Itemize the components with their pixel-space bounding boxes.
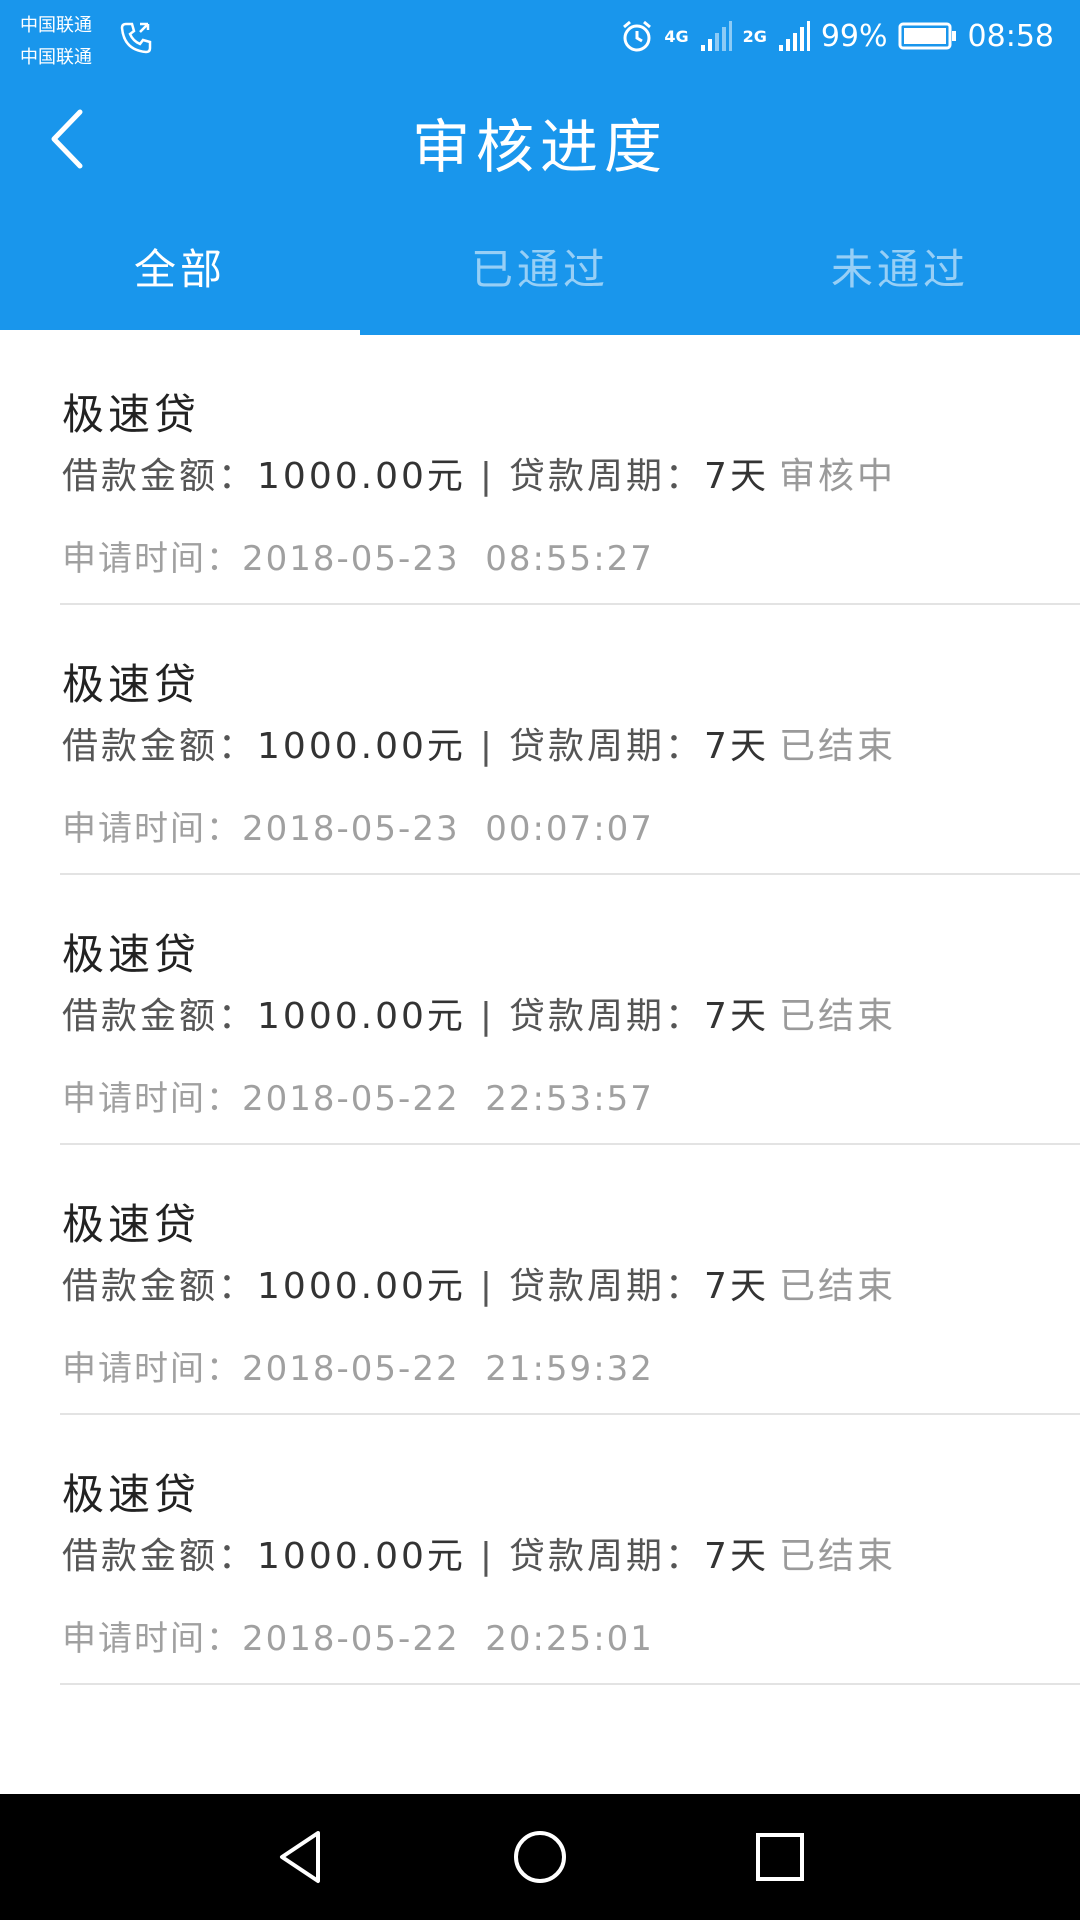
status-bar: 中国联通 中国联通 4G 2G 99% 08:58 bbox=[0, 0, 1080, 74]
loan-details: 借款金额：1000.00元 | 贷款周期：7天 已结束 bbox=[62, 987, 896, 1039]
page-title: 审核进度 bbox=[411, 113, 668, 181]
status-text: 已结束 bbox=[778, 1266, 896, 1307]
separator: | bbox=[479, 996, 496, 1037]
separator: | bbox=[479, 726, 496, 767]
time-label: 申请时间： bbox=[62, 1079, 242, 1119]
amount-label: 借款金额： bbox=[62, 1536, 258, 1577]
list-item[interactable]: 极速贷 借款金额：1000.00元 | 贷款周期：7天 已结束 申请时间：2018-0… bbox=[60, 605, 1080, 875]
time-label: 申请时间： bbox=[62, 1619, 242, 1659]
period-label: 贷款周期： bbox=[509, 456, 705, 497]
carrier-1: 中国联通 bbox=[20, 15, 92, 36]
square-recents-icon[interactable] bbox=[750, 1827, 810, 1887]
loan-details: 借款金额：1000.00元 | 贷款周期：7天 审核中 bbox=[62, 447, 896, 499]
time-value: 2018-05-22 22:53:57 bbox=[242, 1079, 654, 1119]
time-value: 2018-05-23 08:55:27 bbox=[242, 539, 654, 579]
separator: | bbox=[479, 456, 496, 497]
system-navigation-bar bbox=[0, 1794, 1080, 1920]
app-screen: 中国联通 中国联通 4G 2G 99% 08:58 审核进度 全部 已通过 未通… bbox=[0, 0, 1080, 1920]
product-name: 极速贷 bbox=[62, 1200, 201, 1249]
apply-time: 申请时间：2018-05-22 21:59:32 bbox=[62, 1341, 654, 1390]
status-text: 审核中 bbox=[778, 456, 896, 497]
status-text: 已结束 bbox=[778, 1536, 896, 1577]
period-label: 贷款周期： bbox=[509, 1266, 705, 1307]
nav-bar: 审核进度 bbox=[0, 74, 1080, 204]
status-icons: 4G 2G 99% 08:58 bbox=[620, 14, 1054, 58]
product-name: 极速贷 bbox=[62, 390, 201, 439]
carrier-2: 中国联通 bbox=[20, 47, 92, 68]
header: 中国联通 中国联通 4G 2G 99% 08:58 审核进度 全部 已通过 未通… bbox=[0, 0, 1080, 335]
period-label: 贷款周期： bbox=[509, 726, 705, 767]
time-value: 2018-05-23 00:07:07 bbox=[242, 809, 654, 849]
amount-value: 1000.00元 bbox=[257, 1536, 466, 1577]
period-label: 贷款周期： bbox=[509, 1536, 705, 1577]
list-item[interactable]: 极速贷 借款金额：1000.00元 | 贷款周期：7天 已结束 申请时间：2018-0… bbox=[60, 875, 1080, 1145]
network-1-label: 4G bbox=[664, 26, 689, 46]
list-item[interactable]: 极速贷 借款金额：1000.00元 | 贷款周期：7天 已结束 申请时间：2018-0… bbox=[60, 1415, 1080, 1685]
alarm-icon bbox=[623, 20, 652, 52]
period-value: 7天 bbox=[704, 1536, 769, 1577]
amount-label: 借款金额： bbox=[62, 456, 258, 497]
period-value: 7天 bbox=[704, 996, 769, 1037]
product-name: 极速贷 bbox=[62, 930, 201, 979]
signal-1-icon bbox=[700, 21, 732, 51]
amount-value: 1000.00元 bbox=[257, 1266, 466, 1307]
tab-all[interactable]: 全部 bbox=[0, 220, 360, 335]
amount-value: 1000.00元 bbox=[257, 456, 466, 497]
time-value: 2018-05-22 20:25:01 bbox=[242, 1619, 654, 1659]
clock: 08:58 bbox=[967, 18, 1054, 54]
apply-time: 申请时间：2018-05-23 08:55:27 bbox=[62, 531, 654, 580]
time-label: 申请时间： bbox=[62, 1349, 242, 1389]
phone-call-icon bbox=[120, 22, 152, 54]
time-label: 申请时间： bbox=[62, 539, 242, 579]
apply-time: 申请时间：2018-05-22 22:53:57 bbox=[62, 1071, 654, 1120]
amount-label: 借款金额： bbox=[62, 1266, 258, 1307]
amount-label: 借款金额： bbox=[62, 996, 258, 1037]
amount-value: 1000.00元 bbox=[257, 996, 466, 1037]
amount-label: 借款金额： bbox=[62, 726, 258, 767]
product-name: 极速贷 bbox=[62, 660, 201, 709]
time-value: 2018-05-22 21:59:32 bbox=[242, 1349, 654, 1389]
loan-details: 借款金额：1000.00元 | 贷款周期：7天 已结束 bbox=[62, 717, 896, 769]
triangle-back-icon[interactable] bbox=[270, 1827, 330, 1887]
period-label: 贷款周期： bbox=[509, 996, 705, 1037]
period-value: 7天 bbox=[704, 1266, 769, 1307]
time-label: 申请时间： bbox=[62, 809, 242, 849]
tab-rejected[interactable]: 未通过 bbox=[720, 220, 1080, 335]
period-value: 7天 bbox=[704, 456, 769, 497]
list-item[interactable]: 极速贷 借款金额：1000.00元 | 贷款周期：7天 审核中 申请时间：2018-0… bbox=[60, 335, 1080, 605]
loan-details: 借款金额：1000.00元 | 贷款周期：7天 已结束 bbox=[62, 1257, 896, 1309]
period-value: 7天 bbox=[704, 726, 769, 767]
apply-time: 申请时间：2018-05-23 00:07:07 bbox=[62, 801, 654, 850]
amount-value: 1000.00元 bbox=[257, 726, 466, 767]
separator: | bbox=[479, 1266, 496, 1307]
circle-home-icon[interactable] bbox=[510, 1827, 570, 1887]
apply-time: 申请时间：2018-05-22 20:25:01 bbox=[62, 1611, 654, 1660]
status-text: 已结束 bbox=[778, 726, 896, 767]
record-list: 极速贷 借款金额：1000.00元 | 贷款周期：7天 审核中 申请时间：2018-0… bbox=[0, 335, 1080, 1685]
signal-2-icon bbox=[778, 21, 810, 51]
status-text: 已结束 bbox=[778, 996, 896, 1037]
battery-icon bbox=[898, 22, 956, 50]
tab-approved[interactable]: 已通过 bbox=[360, 220, 720, 335]
product-name: 极速贷 bbox=[62, 1470, 201, 1519]
tab-bar: 全部 已通过 未通过 bbox=[0, 220, 1080, 335]
loan-details: 借款金额：1000.00元 | 贷款周期：7天 已结束 bbox=[62, 1527, 896, 1579]
list-item[interactable]: 极速贷 借款金额：1000.00元 | 贷款周期：7天 已结束 申请时间：2018-0… bbox=[60, 1145, 1080, 1415]
separator: | bbox=[479, 1536, 496, 1577]
network-2-label: 2G bbox=[742, 26, 767, 46]
battery-percent: 99% bbox=[820, 18, 888, 54]
carrier-info: 中国联通 中国联通 bbox=[20, 10, 92, 74]
